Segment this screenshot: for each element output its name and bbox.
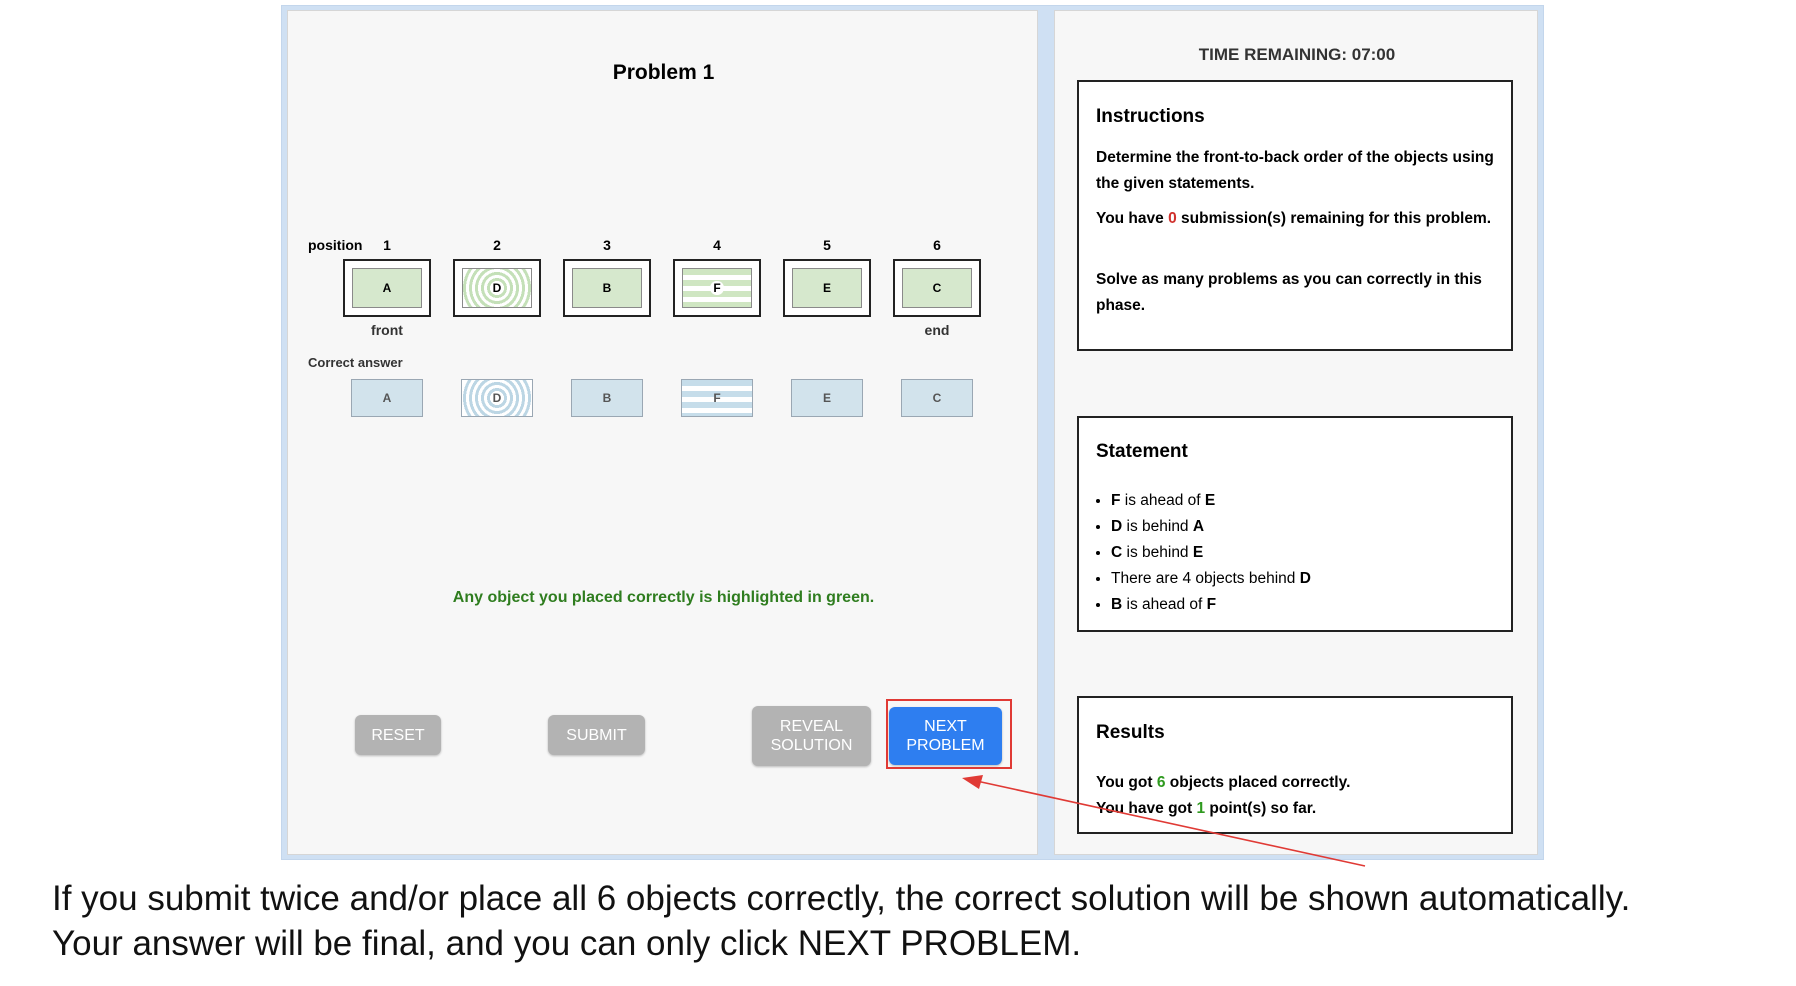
- caption-line-1: If you submit twice and/or place all 6 o…: [52, 879, 1631, 918]
- caption: If you submit twice and/or place all 6 o…: [52, 876, 1630, 966]
- caption-line-2: Your answer will be final, and you can o…: [52, 924, 1082, 963]
- arrow-head: [962, 775, 983, 789]
- annotation-arrow: [962, 775, 1366, 867]
- arrow-line: [971, 779, 1366, 867]
